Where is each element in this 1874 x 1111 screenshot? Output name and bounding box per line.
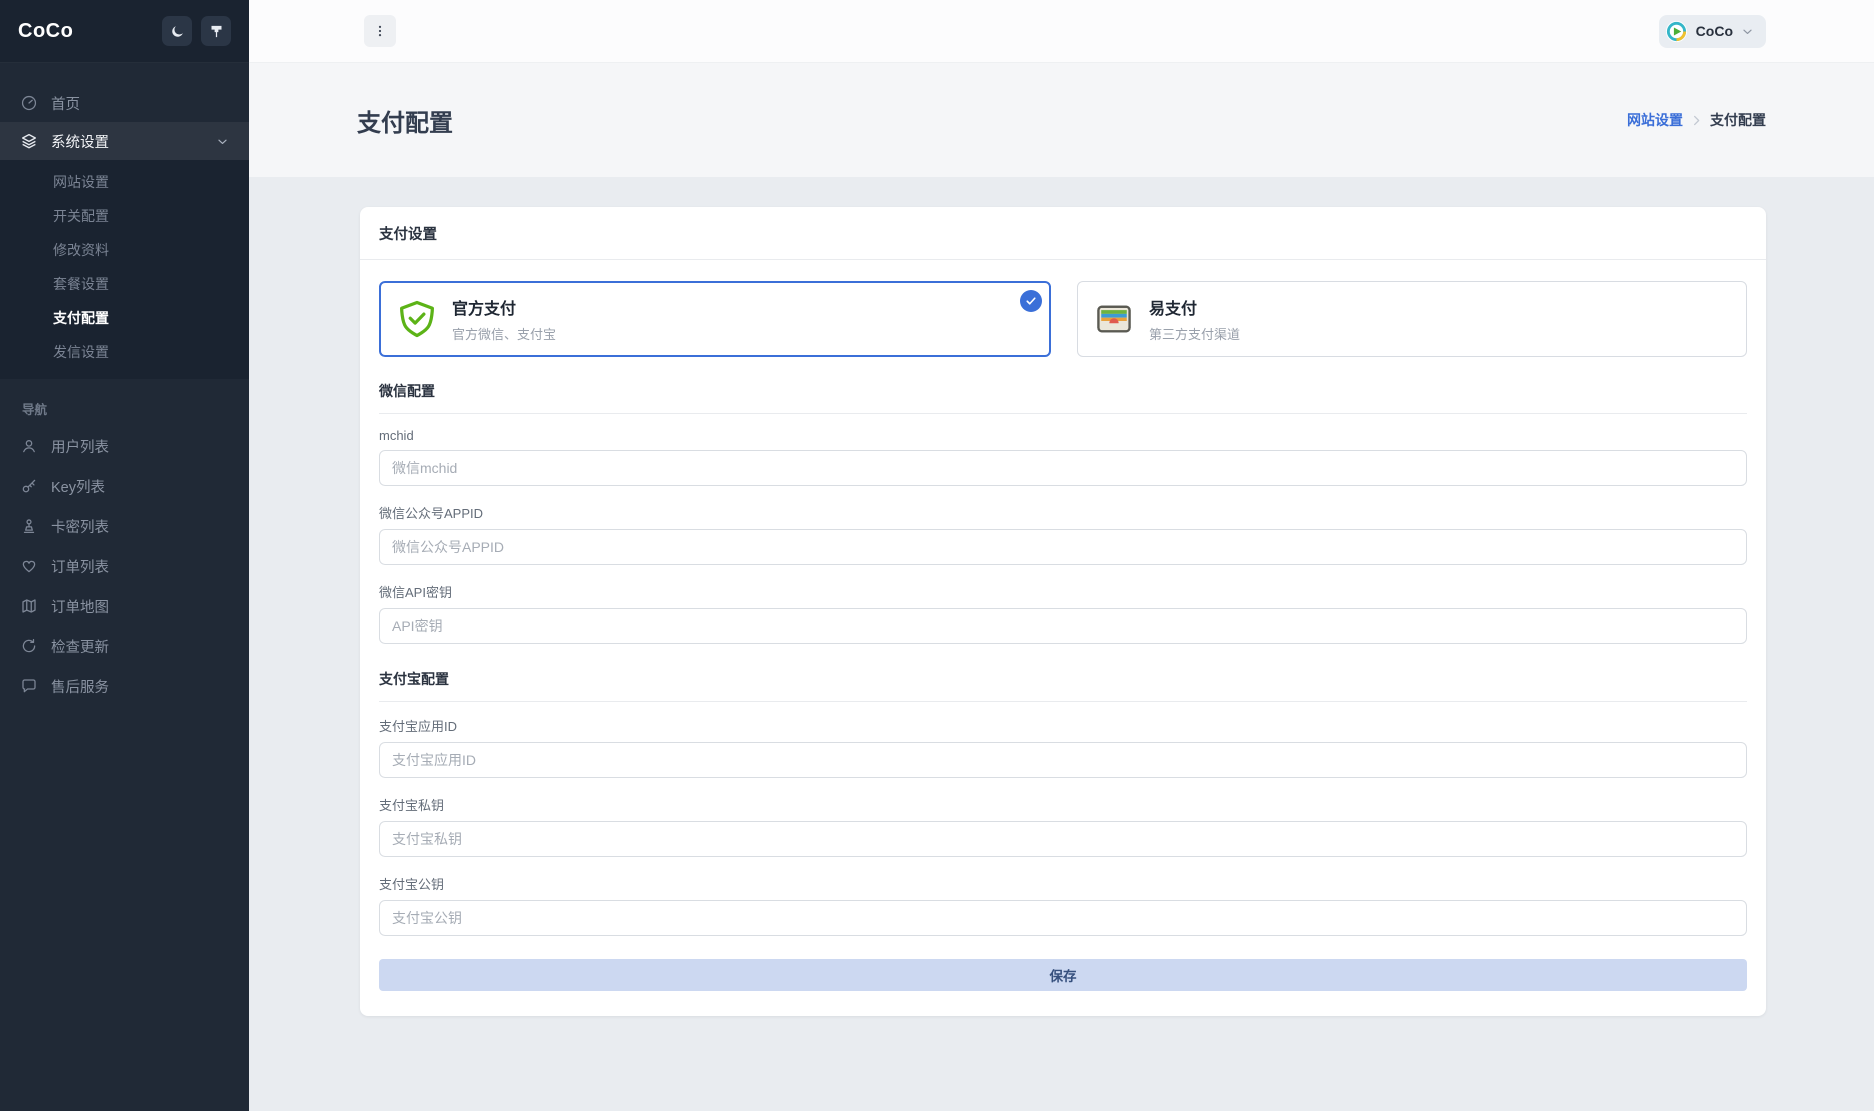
chat-icon: [20, 677, 38, 695]
sidebar-item-label: 首页: [51, 93, 80, 114]
sidebar-subitem-site-settings[interactable]: 网站设置: [0, 165, 249, 199]
field-label-wechat-appid: 微信公众号APPID: [379, 503, 1747, 522]
sidebar-item-label: 售后服务: [51, 676, 109, 697]
dashboard-icon: [20, 94, 38, 112]
breadcrumb-current: 支付配置: [1710, 110, 1766, 130]
payment-method-title: 易支付: [1149, 295, 1240, 319]
sidebar-item-card-key-list[interactable]: 卡密列表: [0, 506, 249, 546]
theme-button[interactable]: [201, 16, 231, 46]
sidebar-item-home[interactable]: 首页: [0, 84, 249, 122]
sidebar-item-user-list[interactable]: 用户列表: [0, 426, 249, 466]
sidebar-item-label: Key列表: [51, 476, 105, 497]
breadcrumb-link-site-settings[interactable]: 网站设置: [1627, 110, 1683, 130]
app-logo: CoCo: [18, 20, 153, 43]
page-header: 支付配置 网站设置 支付配置: [249, 63, 1874, 177]
check-icon: [1025, 295, 1037, 307]
chevron-down-icon: [1741, 25, 1754, 38]
input-wechat-api-key[interactable]: [379, 608, 1747, 644]
input-wechat-mchid[interactable]: [379, 450, 1747, 486]
user-menu[interactable]: CoCo: [1659, 15, 1766, 48]
shield-check-icon: [397, 299, 437, 339]
sidebar-item-order-map[interactable]: 订单地图: [0, 586, 249, 626]
payment-method-subtitle: 官方微信、支付宝: [452, 324, 556, 343]
payment-settings-card: 支付设置 官方支付 官方微信、支付宝: [360, 207, 1766, 1016]
sidebar-subitem-plan-settings[interactable]: 套餐设置: [0, 267, 249, 301]
save-button[interactable]: 保存: [379, 959, 1747, 991]
field-label-alipay-public-key: 支付宝公钥: [379, 874, 1747, 893]
selected-check-badge: [1020, 290, 1042, 312]
field-label-alipay-appid: 支付宝应用ID: [379, 716, 1747, 735]
input-alipay-appid[interactable]: [379, 742, 1747, 778]
epay-wallet-icon: [1094, 299, 1134, 339]
sidebar-item-label: 订单地图: [51, 596, 109, 617]
sidebar-item-label: 系统设置: [51, 131, 109, 152]
input-wechat-appid[interactable]: [379, 529, 1747, 565]
field-label-mchid: mchid: [379, 428, 1747, 443]
map-icon: [20, 597, 38, 615]
sidebar-section-label: 导航: [0, 399, 249, 418]
field-label-wechat-api-key: 微信API密钥: [379, 582, 1747, 601]
section-title-wechat: 微信配置: [379, 381, 1747, 414]
payment-method-subtitle: 第三方支付渠道: [1149, 324, 1240, 343]
refresh-icon: [20, 637, 38, 655]
sidebar-item-after-sales[interactable]: 售后服务: [0, 666, 249, 706]
user-name: CoCo: [1696, 23, 1733, 39]
sidebar-header: CoCo: [0, 0, 249, 63]
sidebar-subitem-payment-config[interactable]: 支付配置: [0, 301, 249, 335]
sidebar-collapse-button[interactable]: [364, 15, 396, 47]
sidebar-subitem-mail-settings[interactable]: 发信设置: [0, 335, 249, 369]
payment-method-official[interactable]: 官方支付 官方微信、支付宝: [379, 281, 1051, 357]
card-title: 支付设置: [360, 207, 1766, 260]
input-alipay-private-key[interactable]: [379, 821, 1747, 857]
payment-method-title: 官方支付: [452, 295, 556, 319]
sidebar-item-label: 订单列表: [51, 556, 109, 577]
key-icon: [20, 477, 38, 495]
section-title-alipay: 支付宝配置: [379, 669, 1747, 702]
sidebar-item-order-list[interactable]: 订单列表: [0, 546, 249, 586]
sidebar-item-label: 检查更新: [51, 636, 109, 657]
topbar: CoCo: [249, 0, 1874, 63]
sidebar-item-label: 卡密列表: [51, 516, 109, 537]
sidebar-item-label: 用户列表: [51, 436, 109, 457]
content-area: 支付设置 官方支付 官方微信、支付宝: [249, 177, 1874, 1111]
sidebar-item-check-update[interactable]: 检查更新: [0, 626, 249, 666]
heart-icon: [20, 557, 38, 575]
chevron-right-icon: [1689, 113, 1704, 128]
input-alipay-public-key[interactable]: [379, 900, 1747, 936]
payment-method-epay[interactable]: 易支付 第三方支付渠道: [1077, 281, 1747, 357]
sidebar-subitem-switch-config[interactable]: 开关配置: [0, 199, 249, 233]
dark-mode-toggle[interactable]: [162, 16, 192, 46]
sidebar-item-system-settings[interactable]: 系统设置: [0, 122, 249, 160]
moon-icon: [170, 24, 185, 39]
avatar: [1665, 20, 1688, 43]
layers-icon: [20, 132, 38, 150]
sidebar-subitem-edit-profile[interactable]: 修改资料: [0, 233, 249, 267]
field-label-alipay-private-key: 支付宝私钥: [379, 795, 1747, 814]
system-settings-submenu: 网站设置 开关配置 修改资料 套餐设置 支付配置 发信设置: [0, 160, 249, 379]
payment-method-options: 官方支付 官方微信、支付宝: [379, 281, 1747, 357]
page-title: 支付配置: [357, 103, 453, 138]
chevron-down-icon: [216, 135, 229, 148]
stamp-icon: [20, 517, 38, 535]
user-icon: [20, 437, 38, 455]
kebab-menu-icon: [373, 24, 387, 38]
breadcrumb: 网站设置 支付配置: [1627, 110, 1766, 130]
sidebar-item-key-list[interactable]: Key列表: [0, 466, 249, 506]
brush-icon: [209, 24, 224, 39]
sidebar: CoCo 首页 系统设置: [0, 0, 249, 1111]
